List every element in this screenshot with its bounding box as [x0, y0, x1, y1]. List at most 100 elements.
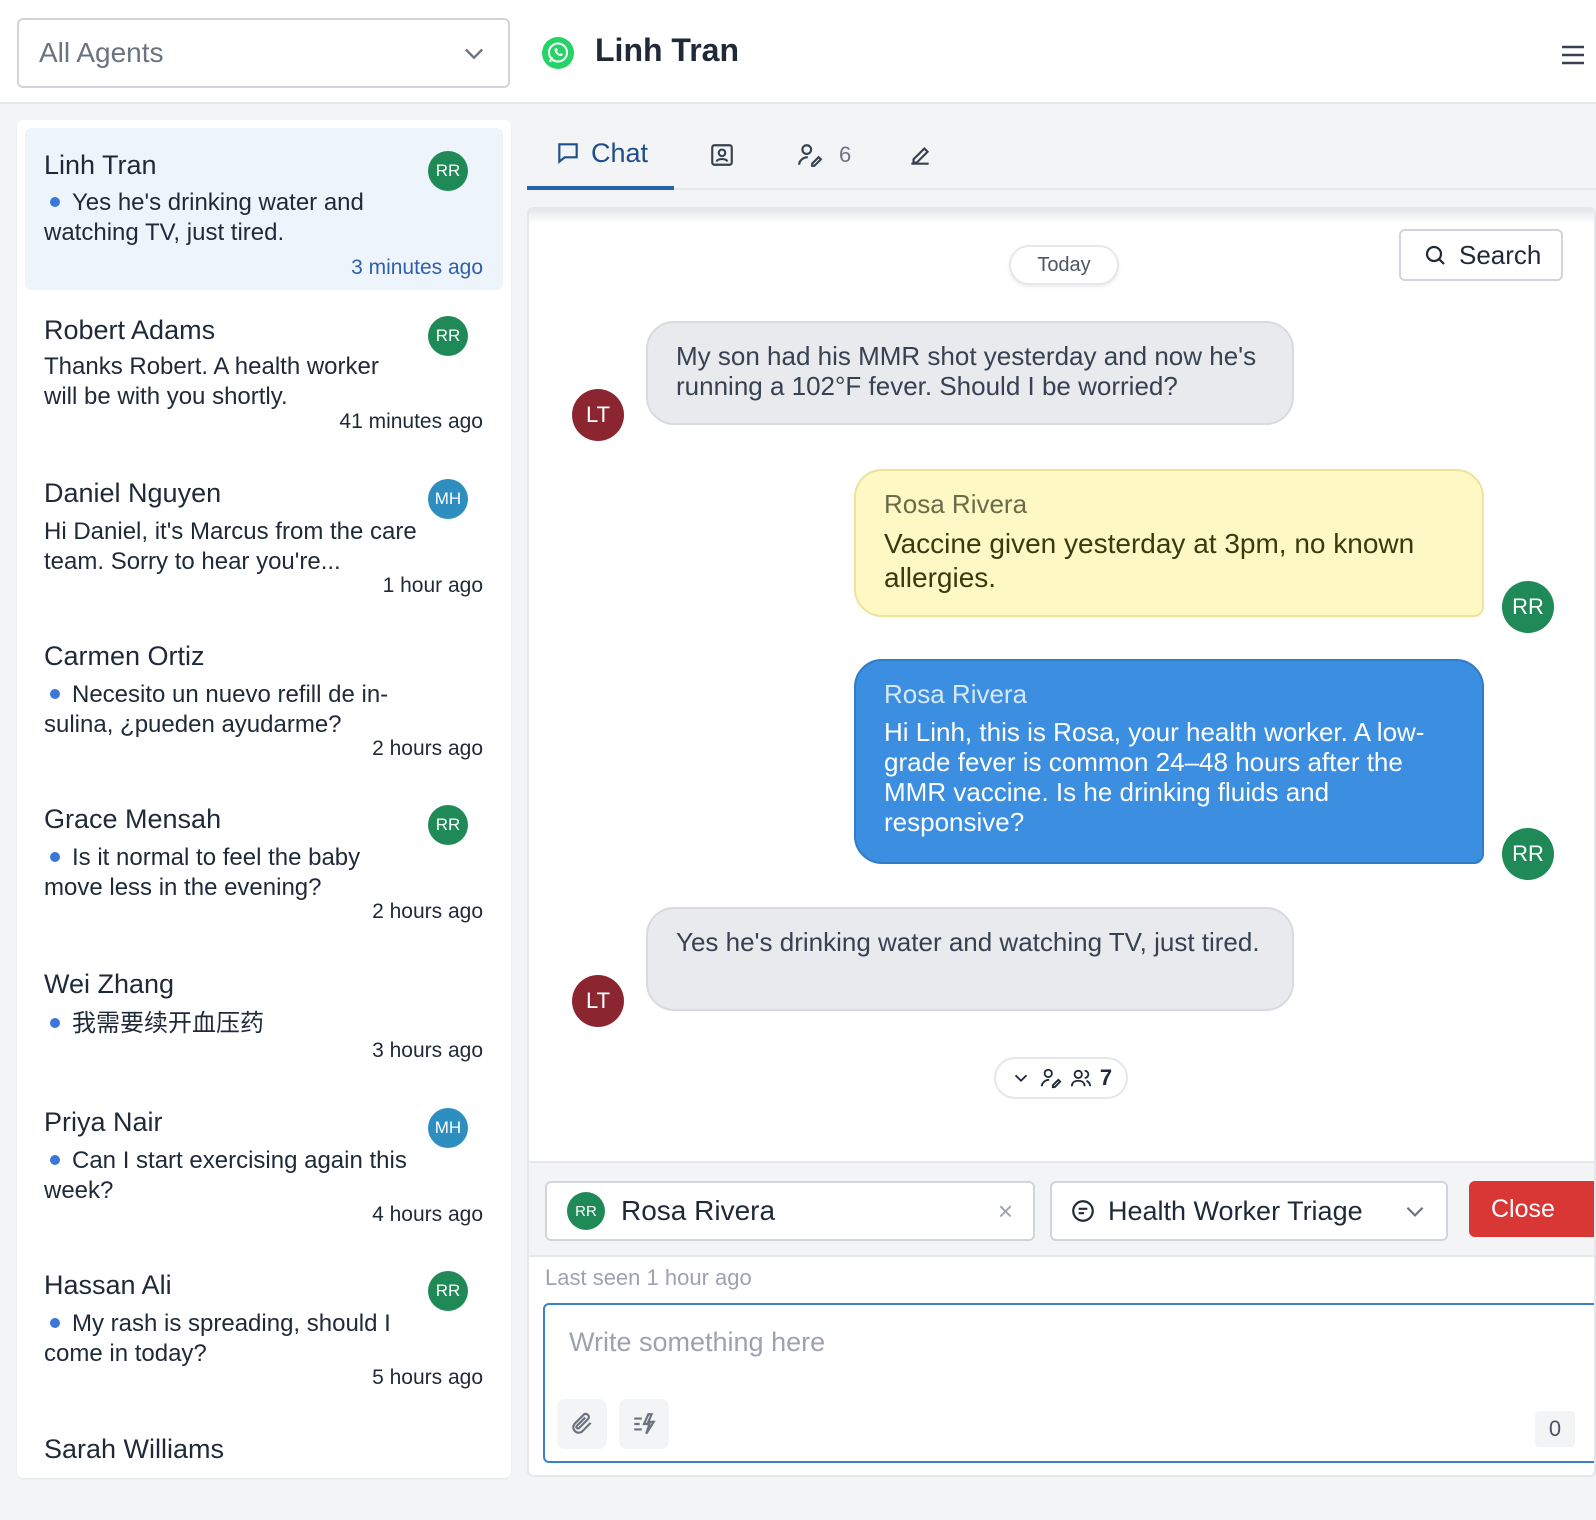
search-button[interactable]: Search: [1399, 229, 1563, 281]
contact-card-icon: [711, 144, 733, 166]
scroll-shadow: [529, 209, 1594, 223]
paperclip-icon: [572, 1412, 592, 1434]
conversation-list: Linh Tran RR Yes he's drinking water and…: [17, 120, 511, 1478]
unread-dot: [50, 689, 60, 700]
conversation-name: Grace Mensah: [44, 804, 222, 834]
tab-notes[interactable]: [907, 120, 933, 190]
conversation-name: Daniel Nguyen: [44, 478, 222, 508]
conversation-name: Priya Nair: [44, 1107, 163, 1137]
agent-avatar: RR: [1502, 581, 1554, 633]
queue-select[interactable]: Health Worker Triage: [1050, 1181, 1448, 1241]
conversation-item[interactable]: Daniel Nguyen MH Hi Daniel, it's Marcus …: [25, 465, 503, 620]
conversation-time: 4 hours ago: [372, 1203, 483, 1226]
participants-count: 7: [1099, 1065, 1113, 1090]
chevron-down-icon: [465, 48, 483, 60]
agent-avatar: RR: [428, 151, 468, 191]
unread-dot: [50, 1018, 60, 1029]
conversation-time: 2 hours ago: [372, 900, 483, 923]
chat-icon: [558, 143, 578, 164]
tab-tasks[interactable]: 6: [797, 120, 851, 190]
composer-toolbar: RR Rosa Rivera × Health Worker Triage Cl…: [529, 1161, 1594, 1257]
contact-title: Linh Tran: [595, 32, 739, 68]
conversation-preview: Can I start exercising again this week?: [44, 1147, 407, 1204]
conversation-time: 2 hours ago: [372, 737, 483, 760]
assignee-select[interactable]: RR Rosa Rivera ×: [545, 1181, 1035, 1241]
attach-button[interactable]: [557, 1399, 607, 1449]
message-text: Vaccine given yesterday at 3pm, no known…: [884, 528, 1415, 593]
tasks-count: 6: [839, 142, 852, 167]
agent-filter-select[interactable]: All Agents: [17, 18, 510, 88]
assignee-name: Rosa Rivera: [621, 1195, 776, 1226]
contact-avatar: LT: [572, 975, 624, 1027]
conversation-item[interactable]: Carmen Ortiz Necesito un nuevo refill de…: [25, 628, 503, 783]
participants-toggle[interactable]: 7: [994, 1057, 1128, 1099]
conversation-item[interactable]: Wei Zhang 我需要续开血压药 3 hours ago: [25, 956, 503, 1096]
queue-label: Health Worker Triage: [1108, 1195, 1363, 1226]
unread-dot: [50, 1318, 60, 1329]
conversation-name: Hassan Ali: [44, 1270, 172, 1300]
agent-avatar: RR: [428, 316, 468, 356]
conversation-item[interactable]: Linh Tran RR Yes he's drinking water and…: [25, 128, 503, 290]
conversation-item[interactable]: Sarah Williams: [25, 1420, 503, 1478]
message-internal-note: Rosa Rivera Vaccine given yesterday at 3…: [854, 469, 1484, 617]
chat-pane: Today Search My son had his MMR shot yes…: [527, 207, 1596, 1477]
tab-chat[interactable]: Chat: [527, 120, 674, 190]
conversation-preview: Hi Daniel, it's Marcus from the care tea…: [44, 518, 417, 575]
search-icon: [1425, 245, 1445, 265]
assignee-avatar: RR: [567, 1192, 605, 1230]
conversation-preview: My rash is spreading, should I come in t…: [44, 1310, 391, 1367]
conversation-name: Linh Tran: [44, 150, 157, 180]
tasks-icon: [1040, 1068, 1062, 1089]
search-label: Search: [1459, 239, 1542, 270]
message-incoming: Yes he's drinking water and watching TV,…: [646, 907, 1294, 1011]
conversation-item[interactable]: Hassan Ali RR My rash is spreading, shou…: [25, 1257, 503, 1412]
tab-contact[interactable]: [709, 120, 735, 190]
contact-avatar: LT: [572, 389, 624, 441]
message-outgoing: Rosa Rivera Hi Linh, this is Rosa, your …: [854, 659, 1484, 864]
conversation-item[interactable]: Grace Mensah RR Is it normal to feel the…: [25, 791, 503, 946]
conversation-time: 41 minutes ago: [339, 410, 483, 433]
chevron-down-icon: [1406, 1206, 1424, 1217]
unread-dot: [50, 197, 60, 208]
last-seen-status: Last seen 1 hour ago: [545, 1265, 752, 1290]
conversation-item[interactable]: Priya Nair MH Can I start exercising aga…: [25, 1094, 503, 1249]
conversation-time: 5 hours ago: [372, 1366, 483, 1389]
clear-assignee-icon[interactable]: ×: [998, 1196, 1013, 1227]
tasks-icon: [798, 144, 823, 167]
conversation-time: 3 minutes ago: [351, 256, 483, 279]
users-icon: [1070, 1069, 1091, 1087]
conversation-preview: Necesito un nuevo refill de in-sulina, ¿…: [44, 681, 389, 738]
whatsapp-icon: [542, 37, 574, 69]
message-text: My son had his MMR shot yesterday and no…: [676, 341, 1257, 401]
agent-avatar: MH: [428, 1108, 468, 1148]
agent-avatar: MH: [428, 479, 468, 519]
agent-avatar: RR: [428, 805, 468, 845]
agent-filter-value: All Agents: [39, 37, 164, 68]
top-bar: All Agents Linh Tran: [0, 0, 1596, 104]
tab-chat-label: Chat: [591, 137, 649, 168]
quick-reply-button[interactable]: [619, 1399, 669, 1449]
conversation-name: Wei Zhang: [44, 969, 175, 999]
conversation-preview: 我需要续开血压药: [44, 1009, 409, 1039]
message-sender: Rosa Rivera: [884, 679, 1028, 709]
message-sender: Rosa Rivera: [884, 489, 1028, 519]
character-count: 0: [1535, 1411, 1575, 1447]
close-conversation-button[interactable]: Close: [1469, 1181, 1594, 1237]
conversation-name: Carmen Ortiz: [44, 641, 205, 671]
conversation-item[interactable]: Robert Adams RR Thanks Robert. A health …: [25, 300, 503, 455]
conversation-name: Sarah Williams: [44, 1434, 225, 1464]
message-input[interactable]: Write something here 0: [543, 1303, 1594, 1463]
conversation-preview: Yes he's drinking water and watching TV,…: [44, 189, 364, 246]
edit-icon: [911, 146, 930, 165]
quick-reply-icon: [634, 1413, 656, 1435]
conversation-name: Robert Adams: [44, 315, 216, 345]
date-divider: Today: [1009, 245, 1119, 285]
queue-icon: [1072, 1200, 1094, 1222]
conversation-time: 1 hour ago: [382, 574, 483, 597]
chevron-down-icon: [1014, 1074, 1028, 1083]
menu-icon[interactable]: [1558, 40, 1588, 70]
message-text: Yes he's drinking water and watching TV,…: [676, 927, 1260, 957]
unread-dot: [50, 852, 60, 863]
message-text: Hi Linh, this is Rosa, your health worke…: [884, 717, 1425, 837]
conversation-preview: Is it normal to feel the baby move less …: [44, 844, 361, 901]
